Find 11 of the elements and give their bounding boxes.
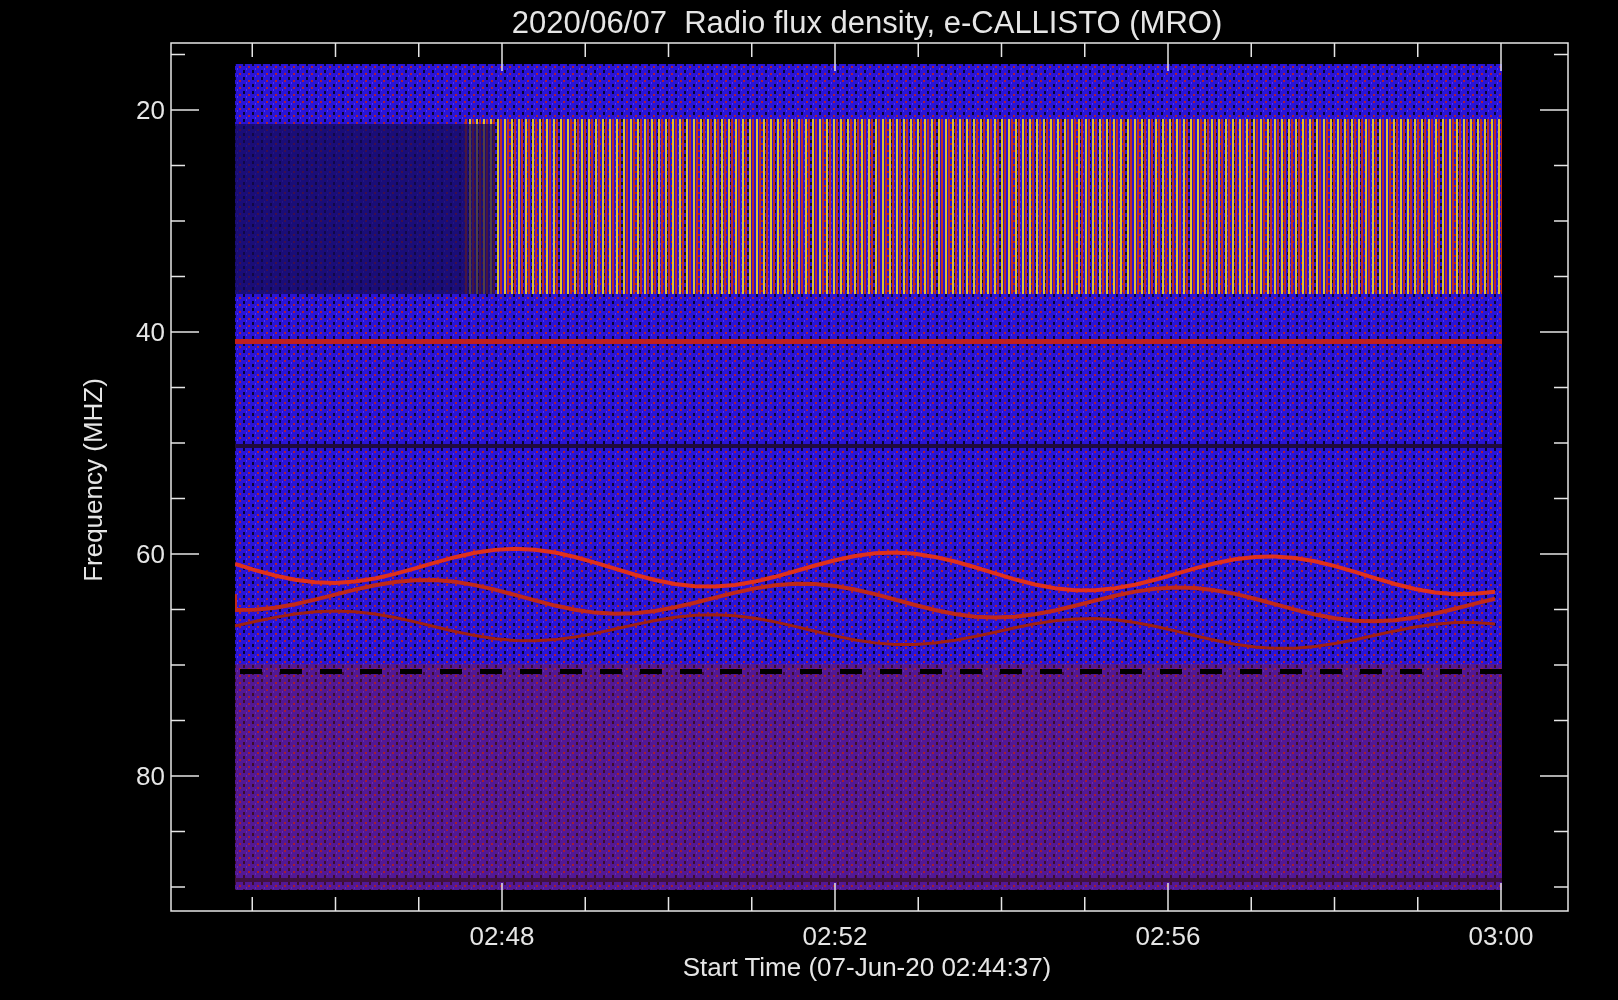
y-tick-label: 60 bbox=[136, 539, 165, 569]
x-tick-label: 02:48 bbox=[469, 921, 535, 951]
x-axis-label: Start Time (07-Jun-20 02:44:37) bbox=[682, 952, 1052, 982]
y-axis-label: Frequency (MHZ) bbox=[78, 378, 108, 582]
y-tick-label: 20 bbox=[136, 95, 165, 125]
chart-title: 2020/06/07 Radio flux density, e-CALLISTO (MRO) bbox=[511, 5, 1223, 40]
x-tick-label: 02:56 bbox=[1135, 921, 1201, 951]
x-tick-label: 03:00 bbox=[1468, 921, 1534, 951]
y-tick-label: 40 bbox=[136, 317, 165, 347]
y-tick-label: 80 bbox=[136, 761, 165, 791]
x-tick-label: 02:52 bbox=[802, 921, 868, 951]
